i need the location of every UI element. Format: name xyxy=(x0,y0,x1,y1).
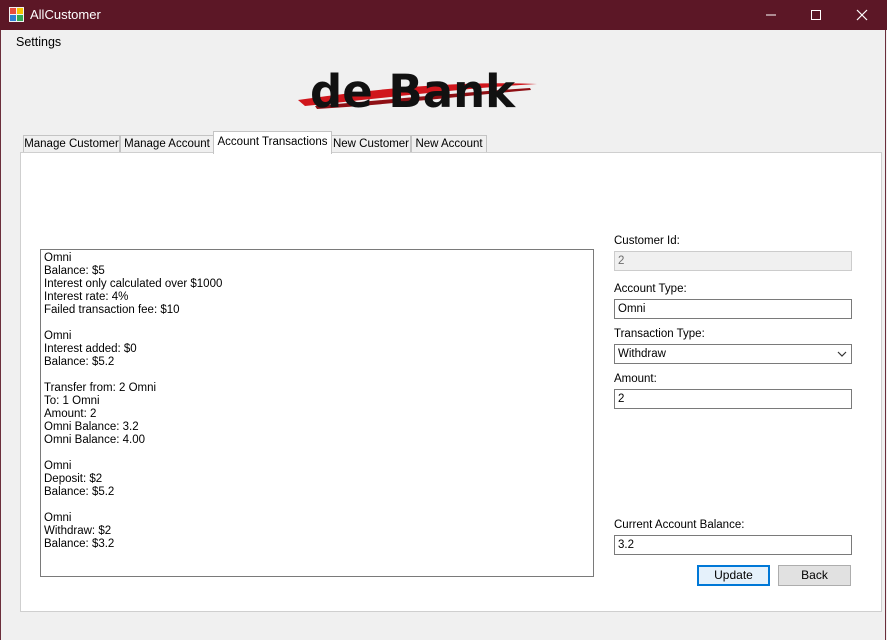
log-line: Omni Balance: 3.2 xyxy=(44,421,139,433)
log-line: Omni Balance: 4.00 xyxy=(44,434,146,446)
tab-manage-customer[interactable]: Manage Customer xyxy=(23,135,120,153)
transaction-type-value: Withdraw xyxy=(618,348,666,360)
window-border-right xyxy=(885,30,886,640)
amount-label: Amount: xyxy=(614,373,657,385)
log-line: Omni xyxy=(44,330,72,342)
tab-new-customer[interactable]: New Customer xyxy=(331,135,411,153)
minimize-button[interactable] xyxy=(748,0,794,30)
log-line: Omni xyxy=(44,460,72,472)
transaction-type-select[interactable]: Withdraw xyxy=(614,344,852,364)
debank-logo: de Bank xyxy=(298,65,537,118)
menu-settings[interactable]: Settings xyxy=(16,35,61,49)
log-line: Amount: 2 xyxy=(44,408,97,420)
log-line: Omni xyxy=(44,252,72,264)
update-button[interactable]: Update xyxy=(697,565,770,586)
transactions-log[interactable]: Omni Balance: $5 Interest only calculate… xyxy=(40,249,594,577)
log-line: Omni xyxy=(44,512,72,524)
transaction-type-label: Transaction Type: xyxy=(614,328,705,340)
log-line: Interest only calculated over $1000 xyxy=(44,278,223,290)
log-line: Withdraw: $2 xyxy=(44,525,112,537)
log-line: Balance: $3.2 xyxy=(44,538,115,550)
current-balance-label: Current Account Balance: xyxy=(614,519,745,531)
tab-new-account[interactable]: New Account xyxy=(411,135,487,153)
svg-text:de Bank: de Bank xyxy=(310,65,516,118)
close-button[interactable] xyxy=(839,0,885,30)
log-line: Balance: $5 xyxy=(44,265,105,277)
title-bar: AllCustomer xyxy=(0,0,887,30)
minimize-icon xyxy=(766,14,776,16)
window-title: AllCustomer xyxy=(30,7,101,22)
maximize-icon xyxy=(811,10,821,20)
window-border-left xyxy=(0,30,1,640)
chevron-down-icon xyxy=(837,351,847,357)
customer-id-field: 2 xyxy=(614,251,852,271)
menu-bar: Settings xyxy=(1,30,885,53)
back-button[interactable]: Back xyxy=(778,565,851,586)
account-type-field[interactable]: Omni xyxy=(614,299,852,319)
app-icon xyxy=(9,7,24,22)
maximize-button[interactable] xyxy=(793,0,839,30)
tab-manage-account[interactable]: Manage Account xyxy=(120,135,214,153)
account-type-label: Account Type: xyxy=(614,283,687,295)
log-line: Transfer from: 2 Omni xyxy=(44,382,157,394)
log-line: Balance: $5.2 xyxy=(44,486,115,498)
log-line: Interest added: $0 xyxy=(44,343,137,355)
close-icon xyxy=(856,9,868,21)
log-line: Interest rate: 4% xyxy=(44,291,129,303)
amount-field[interactable]: 2 xyxy=(614,389,852,409)
tab-account-transactions[interactable]: Account Transactions xyxy=(213,131,332,154)
current-balance-field[interactable]: 3.2 xyxy=(614,535,852,555)
log-line: Deposit: $2 xyxy=(44,473,103,485)
log-line: Balance: $5.2 xyxy=(44,356,115,368)
log-line: To: 1 Omni xyxy=(44,395,100,407)
customer-id-label: Customer Id: xyxy=(614,235,680,247)
log-line: Failed transaction fee: $10 xyxy=(44,304,180,316)
